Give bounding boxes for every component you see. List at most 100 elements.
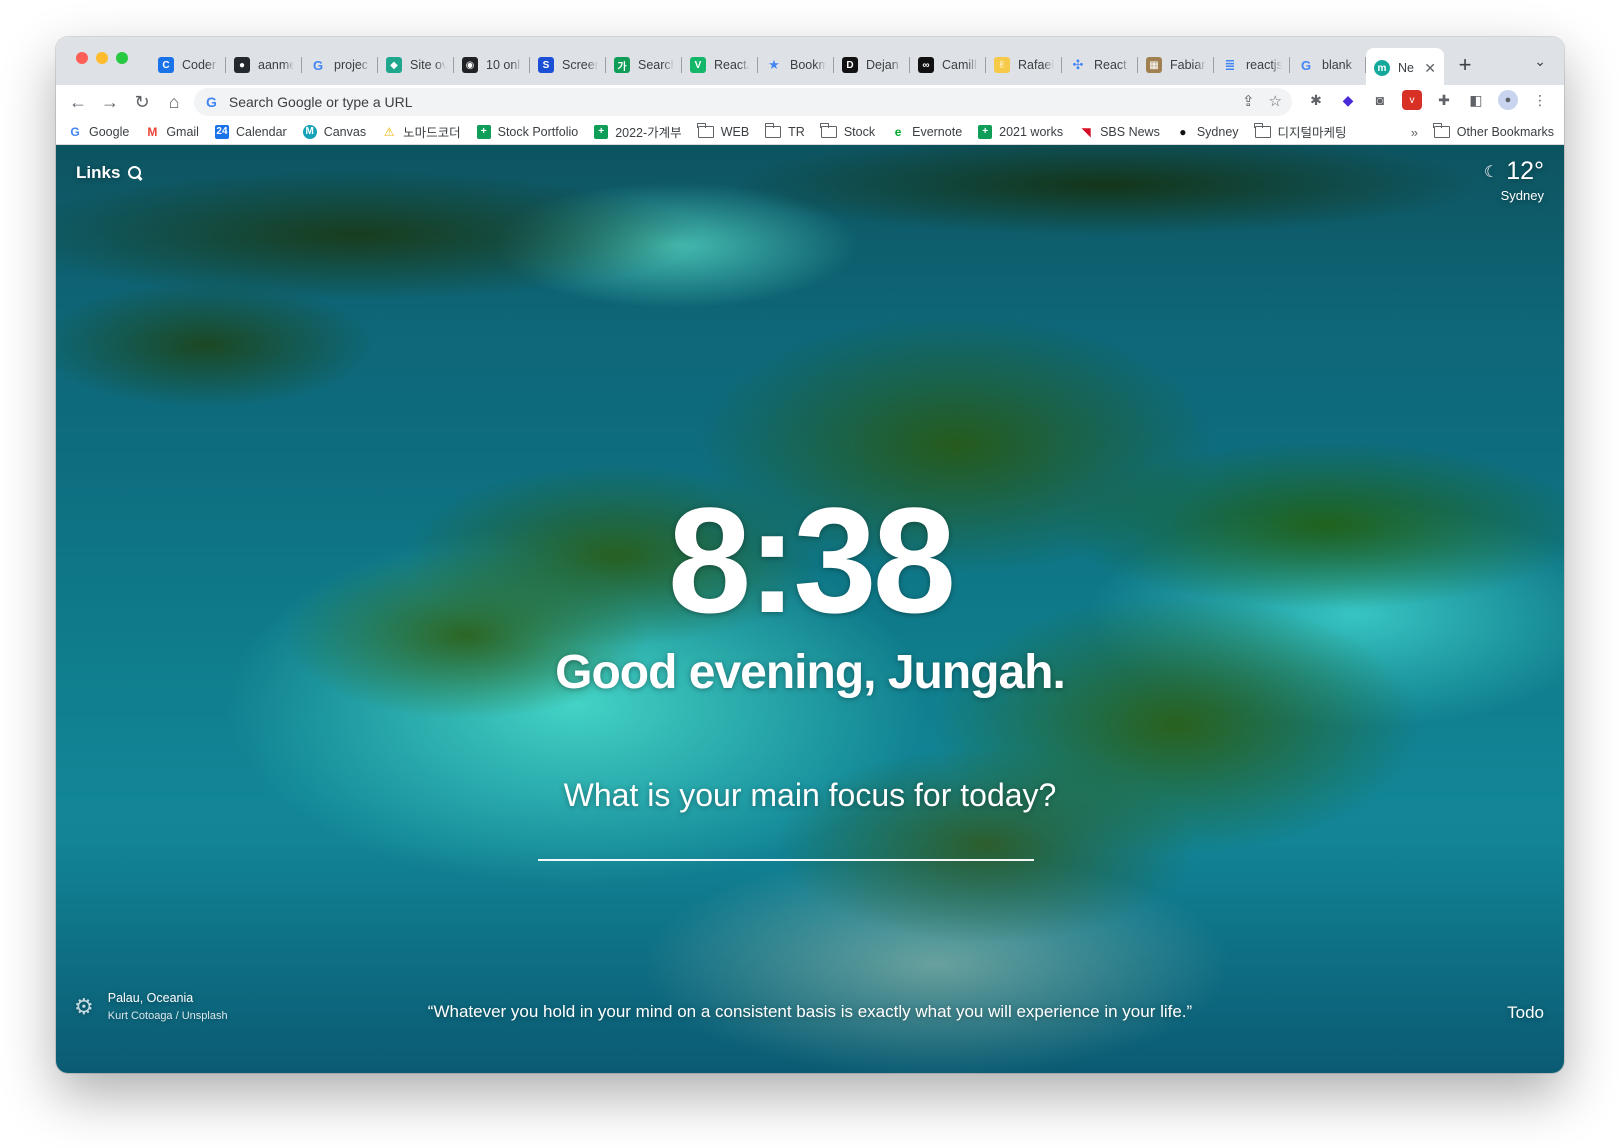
bookmark-4[interactable]: ⚠ 노마드코더 — [382, 122, 461, 141]
google-icon: G — [70, 124, 80, 139]
new-tab-button[interactable]: + — [1448, 48, 1482, 82]
tab-title: blank — [1322, 58, 1352, 72]
close-window-button[interactable] — [76, 52, 88, 64]
folder-icon — [764, 122, 782, 138]
share-icon[interactable]: ⇪ — [1242, 92, 1255, 110]
tab-title: Coder — [182, 58, 217, 72]
sydney-icon: ● — [1179, 124, 1187, 139]
moon-icon: ☾ — [1483, 163, 1499, 181]
tab-4[interactable]: ◉ 10 onl — [454, 48, 530, 82]
bookmark-5[interactable]: + Stock Portfolio — [476, 124, 578, 139]
tab-7[interactable]: V ReactJ — [682, 48, 758, 82]
links-button[interactable]: Links — [76, 163, 142, 183]
back-button[interactable]: ← — [62, 88, 94, 116]
tab-12[interactable]: ✣ React — [1062, 48, 1138, 82]
weather-widget[interactable]: ☾ 12° Sydney — [1484, 157, 1544, 203]
tab-title: 10 onl — [486, 58, 521, 72]
tab-title: Camill — [942, 58, 977, 72]
bug-extension-icon[interactable]: ✱ — [1306, 90, 1326, 110]
bookmark-label: Sydney — [1196, 124, 1239, 139]
tab-15[interactable]: Gblank — [1290, 48, 1366, 82]
google-icon: G — [1300, 57, 1312, 73]
home-button[interactable]: ⌂ — [158, 88, 190, 116]
forward-button[interactable]: → — [94, 88, 126, 116]
bookmark-6[interactable]: +2022-가계부 — [594, 122, 682, 141]
tab-13[interactable]: ▦ Fabian — [1138, 48, 1214, 82]
bookmark-11[interactable]: +2021 works — [978, 124, 1063, 139]
side-panel-icon[interactable]: ◧ — [1466, 90, 1486, 110]
other-bookmarks-folder[interactable]: Other Bookmarks — [1433, 123, 1554, 139]
sheets-icon: 가 — [614, 57, 630, 73]
tab-title: Ne — [1398, 61, 1414, 75]
tab-8[interactable]: ★ Bookm — [758, 48, 834, 82]
puzzle-icon[interactable]: ✚ — [1434, 90, 1454, 110]
tab-title: Search — [638, 58, 674, 72]
coder-icon: C — [158, 57, 174, 73]
bookmark-14[interactable]: 디지털마케팅 — [1254, 122, 1347, 141]
window-controls — [76, 52, 128, 64]
infinity-icon: ∞ — [918, 57, 934, 73]
tab-title: Bookm — [790, 58, 826, 72]
tab-title: Rafael — [1018, 58, 1054, 72]
momentum-icon: m — [1374, 60, 1390, 76]
tab-14[interactable]: ≣ reactjs — [1214, 48, 1290, 82]
tab-9[interactable]: D Dejan — [834, 48, 910, 82]
bookmark-label: Gmail — [166, 124, 199, 139]
bookmark-9[interactable]: Stock — [820, 122, 876, 139]
purple-diamond-extension-icon[interactable]: ◆ — [1338, 90, 1358, 110]
gmail-icon: M — [147, 124, 158, 139]
reload-button[interactable]: ↻ — [126, 88, 158, 116]
tab-active[interactable]: m Ne ✕ — [1366, 48, 1444, 88]
camera-extension-icon[interactable]: ◙ — [1370, 90, 1390, 110]
bookmark-10[interactable]: e Evernote — [891, 125, 962, 139]
maximize-window-button[interactable] — [116, 52, 128, 64]
tab-0[interactable]: C Coder — [150, 48, 226, 82]
folder-icon — [820, 122, 837, 138]
bookmark-3[interactable]: M Canvas — [302, 124, 367, 139]
hand-icon: ✌ — [994, 57, 1010, 73]
more-menu-icon[interactable]: ⋮ — [1530, 90, 1550, 110]
red-extension-icon[interactable]: v — [1402, 90, 1422, 110]
todo-button[interactable]: Todo — [1507, 1003, 1544, 1023]
bookmark-star-icon[interactable]: ☆ — [1269, 92, 1282, 110]
tab-1[interactable]: ● aanme — [226, 48, 302, 82]
star-icon: ★ — [768, 57, 780, 72]
bookmark-8[interactable]: TR — [764, 122, 805, 139]
tab-11[interactable]: ✌ Rafael — [986, 48, 1062, 82]
profile-avatar[interactable]: ● — [1498, 90, 1518, 110]
google-icon: G — [312, 57, 324, 73]
focus-input[interactable] — [538, 859, 1034, 861]
bookmark-7[interactable]: WEB — [697, 122, 749, 139]
bookmark-13[interactable]: ● Sydney — [1176, 124, 1239, 139]
bookmarks-overflow-button[interactable]: » — [1411, 125, 1418, 140]
toolbar: ← → ↻ ⌂ G Search Google or type a URL ⇪ … — [56, 85, 1564, 119]
address-bar[interactable]: G Search Google or type a URL ⇪ ☆ — [194, 88, 1292, 116]
bookmark-label: Stock — [843, 124, 876, 139]
sheets-icon: + — [476, 124, 491, 139]
tab-search-button[interactable]: ⌄ — [1534, 53, 1546, 70]
minimize-window-button[interactable] — [96, 52, 108, 64]
bookmark-label: 디지털마케팅 — [1277, 126, 1347, 140]
tab-5[interactable]: S Screen — [530, 48, 606, 82]
bookmark-0[interactable]: G Google — [68, 125, 129, 139]
bookmark-2[interactable]: 24 Calendar — [214, 124, 287, 139]
bookmark-label: Calendar — [235, 124, 287, 139]
nomad-icon: ⚠ — [383, 124, 395, 139]
tab-10[interactable]: ∞ Camill — [910, 48, 986, 82]
tab-6[interactable]: 가 Search — [606, 48, 682, 82]
tab-2[interactable]: Gprojec — [302, 48, 378, 82]
close-tab-icon[interactable]: ✕ — [1424, 60, 1436, 77]
links-label: Links — [76, 163, 121, 182]
tab-3[interactable]: ◆ Site ov — [378, 48, 454, 82]
google-icon: G — [206, 94, 217, 110]
tab-title: ReactJ — [714, 58, 750, 72]
bookmark-12[interactable]: ◥ SBS News — [1079, 125, 1159, 139]
search-icon[interactable] — [128, 166, 142, 180]
bookmark-label: TR — [788, 124, 805, 139]
tab-title: projec — [334, 58, 369, 72]
address-bar-placeholder: Search Google or type a URL — [228, 94, 413, 110]
bookmark-1[interactable]: M Gmail — [145, 125, 199, 139]
tab-title: Dejan — [866, 58, 899, 72]
d-icon: D — [842, 57, 858, 73]
bookmark-label: Canvas — [323, 124, 367, 139]
